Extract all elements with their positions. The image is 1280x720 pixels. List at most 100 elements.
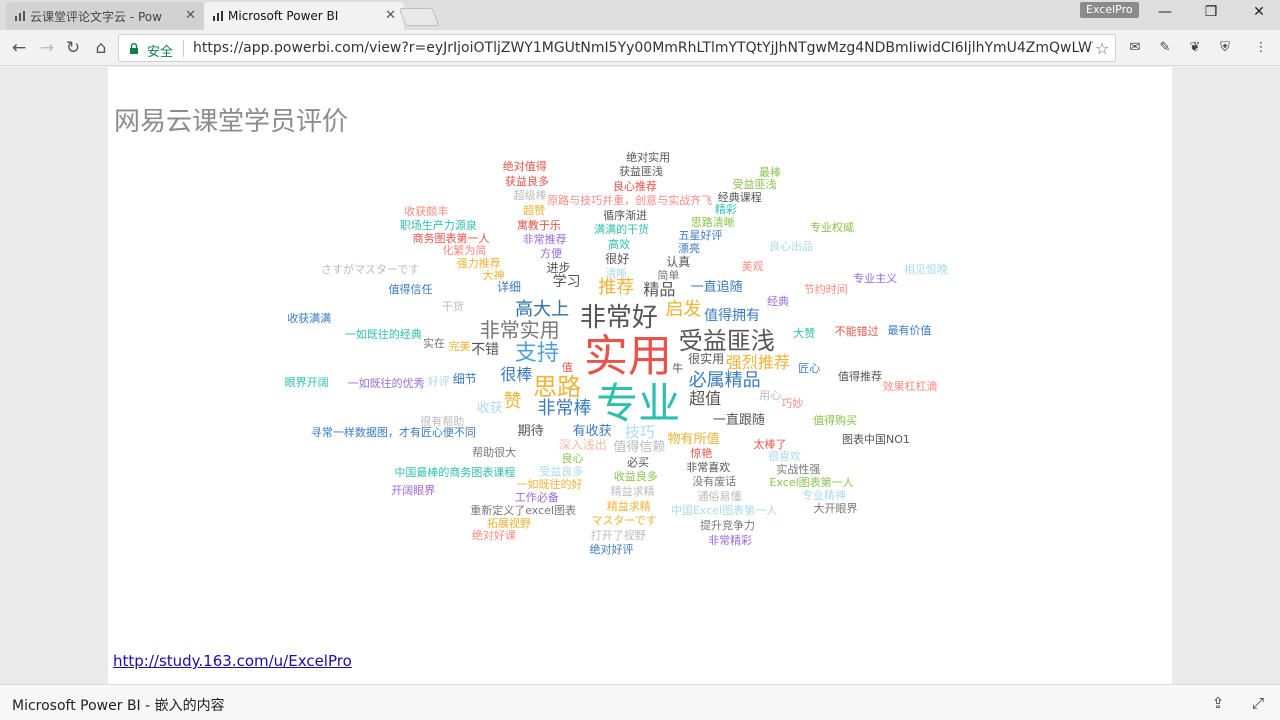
word-cloud-word: 一如既往的经典 [344, 328, 422, 342]
forward-arrow-icon[interactable]: → [36, 37, 58, 59]
word-cloud-word: 有收获 [572, 423, 612, 439]
word-cloud-word: 实在 [422, 336, 445, 350]
word-cloud-word: 技巧 [624, 423, 655, 442]
word-cloud-word: 提升竞争力 [700, 518, 755, 532]
word-cloud-word: 寻常一样数据图，才有匠心便不同 [310, 426, 476, 440]
close-window-icon[interactable]: ✕ [1244, 4, 1274, 20]
close-tab-icon[interactable]: ✕ [185, 8, 196, 23]
word-cloud-word: 获益良多 [505, 174, 550, 188]
word-cloud-word: 值得信赖 [613, 439, 666, 455]
word-cloud-word: 化繁为简 [442, 244, 487, 258]
reload-icon[interactable]: ↻ [62, 37, 84, 59]
tab-title: 云课堂评论文字云 - Pow [30, 9, 162, 24]
word-cloud-word: 通俗易懂 [697, 489, 742, 503]
word-cloud-word: 赞 [503, 390, 522, 412]
word-cloud-word: 工作必备 [514, 491, 559, 505]
word-cloud-word: 中国Excel图表第一人 [670, 504, 778, 518]
word-cloud-word: Excel图表第一人 [769, 475, 854, 489]
word-cloud-word: 绝对实用 [626, 150, 671, 164]
word-cloud-word: 获益匪浅 [619, 165, 664, 179]
word-cloud-word: 用心 [759, 388, 782, 402]
word-cloud-word: 超值 [689, 388, 722, 408]
url-text[interactable]: https://app.powerbi.com/view?r=eyJrIjoiO… [193, 40, 1093, 56]
evernote-icon[interactable]: ❦ [1186, 39, 1204, 57]
word-cloud-word: 巧妙 [781, 396, 804, 410]
word-cloud-word: 强烈推荐 [725, 353, 790, 373]
word-cloud-word: 满满的干货 [594, 223, 650, 237]
extension-icon[interactable]: ✎ [1156, 39, 1174, 57]
word-cloud-word: 很喜欢 [768, 450, 802, 464]
word-cloud-word: 详细 [497, 280, 522, 295]
word-cloud-word: 惊艳 [690, 446, 713, 460]
back-arrow-icon[interactable]: ← [8, 37, 30, 59]
word-cloud-word: 不错 [471, 341, 500, 358]
word-cloud-word: 专业精神 [801, 489, 846, 502]
word-cloud-word: 精品 [643, 279, 676, 299]
word-cloud-word: 开阔眼界 [391, 484, 436, 498]
powerbi-report-canvas: 实用 专业 非常好 受益匪浅 思路 支持 必属精品 非常棒 非常实用 启发 高大上 推荐 超值 很棒 精品强… [108, 67, 1172, 684]
share-icon[interactable]: ⇪ [1208, 693, 1228, 713]
word-cloud-word: 简单 [657, 269, 680, 283]
tab-title: Microsoft Power BI [228, 9, 339, 23]
maximize-icon[interactable]: ❐ [1196, 4, 1226, 20]
profile-badge[interactable]: ExcelPro [1080, 2, 1139, 18]
word-cloud-word: 高大上 [515, 298, 570, 320]
word-cloud-word: 受益匪浅 [732, 178, 777, 192]
new-tab-button[interactable] [398, 8, 440, 26]
word-cloud-word: 非常推荐 [522, 233, 567, 247]
embedded-content-label: Microsoft Power BI - 嵌入的内容 [12, 695, 225, 715]
word-cloud-word: 学习 [552, 273, 581, 290]
word-cloud-word: 五星好评 [678, 229, 723, 243]
word-cloud-word: 匠心 [798, 362, 821, 376]
word-cloud-word: 受益良多 [539, 465, 584, 479]
report-title: 网易云课堂学员评价 [114, 107, 349, 137]
word-cloud-word: 大赞 [793, 327, 816, 341]
powerbi-icon [213, 11, 223, 21]
word-cloud-word: 收获满满 [287, 312, 332, 326]
word-cloud-word: 牛 [672, 361, 684, 375]
word-cloud-word: 眼界开阔 [284, 375, 329, 389]
footer-link[interactable]: http://study.163.com/u/ExcelPro [113, 652, 352, 670]
word-cloud-word: 寓教于乐 [516, 218, 561, 232]
word-cloud-word: 深入浅出 [558, 437, 607, 452]
minimize-icon[interactable]: — [1150, 4, 1180, 20]
url-separator [183, 40, 184, 57]
word-cloud: 实用 专业 非常好 受益匪浅 思路 支持 必属精品 非常棒 非常实用 启发 高大上 推荐 超值 很棒 精品强… [108, 67, 1172, 684]
word-cloud-word: 推荐 [598, 277, 635, 299]
bookmark-star-icon[interactable]: ☆ [1095, 39, 1109, 58]
word-cloud-word: 大开眼界 [813, 502, 858, 516]
word-cloud-word: 一如既往的优秀 [347, 376, 425, 390]
word-cloud-word: 效果杠杠滴 [882, 379, 938, 393]
page-viewport: 实用 专业 非常好 受益匪浅 思路 支持 必属精品 非常棒 非常实用 启发 高大上 推荐 超值 很棒 精品强… [0, 67, 1280, 684]
word-cloud-word: 绝对好课 [471, 528, 516, 542]
address-bar[interactable]: 安全 https://app.powerbi.com/view?r=eyJrIj… [118, 34, 1116, 62]
app-name: Microsoft Power BI [12, 698, 141, 714]
word-cloud-word: 一直跟随 [712, 413, 765, 429]
word-cloud-word: 经典 [767, 295, 790, 309]
tab-powerbi[interactable]: Microsoft Power BI ✕ [204, 2, 404, 30]
word-cloud-word: 细节 [452, 372, 477, 387]
shield-icon[interactable]: ⛨ [1216, 39, 1234, 57]
mail-extension-icon[interactable]: ✉ [1126, 39, 1144, 57]
word-cloud-word: 干货 [441, 300, 464, 313]
menu-icon[interactable]: ⋮ [1252, 39, 1270, 57]
word-cloud-word: 拓展视野 [486, 516, 531, 530]
word-cloud-word: 没有废话 [692, 475, 737, 489]
word-cloud-word: 非常精彩 [708, 533, 753, 547]
powerbi-icon [15, 11, 25, 21]
secure-label: 安全 [147, 45, 174, 60]
word-cloud-word: 打开了视野 [590, 528, 646, 542]
word-cloud-word: 不能错过 [834, 324, 879, 338]
close-tab-icon[interactable]: ✕ [385, 8, 396, 23]
fullscreen-icon[interactable]: ⤢ [1248, 693, 1268, 713]
word-cloud-word: 中国最棒的商务图表课程 [394, 465, 516, 479]
home-icon[interactable]: ⌂ [90, 37, 112, 59]
word-cloud-word: 启发 [665, 299, 702, 321]
word-cloud-word: 很实用 [688, 352, 725, 367]
word-cloud-word: 帮助很大 [472, 446, 517, 460]
browser-toolbar: ← → ↻ ⌂ 安全 https://app.powerbi.com/view?… [0, 30, 1280, 66]
word-cloud-word: 精益求精 [610, 484, 655, 498]
tab-wordcloud-report[interactable]: 云课堂评论文字云 - Pow ✕ [6, 2, 204, 30]
word-cloud-word: 期待 [517, 424, 544, 440]
word-cloud-word: 受益匪浅 [678, 326, 775, 355]
